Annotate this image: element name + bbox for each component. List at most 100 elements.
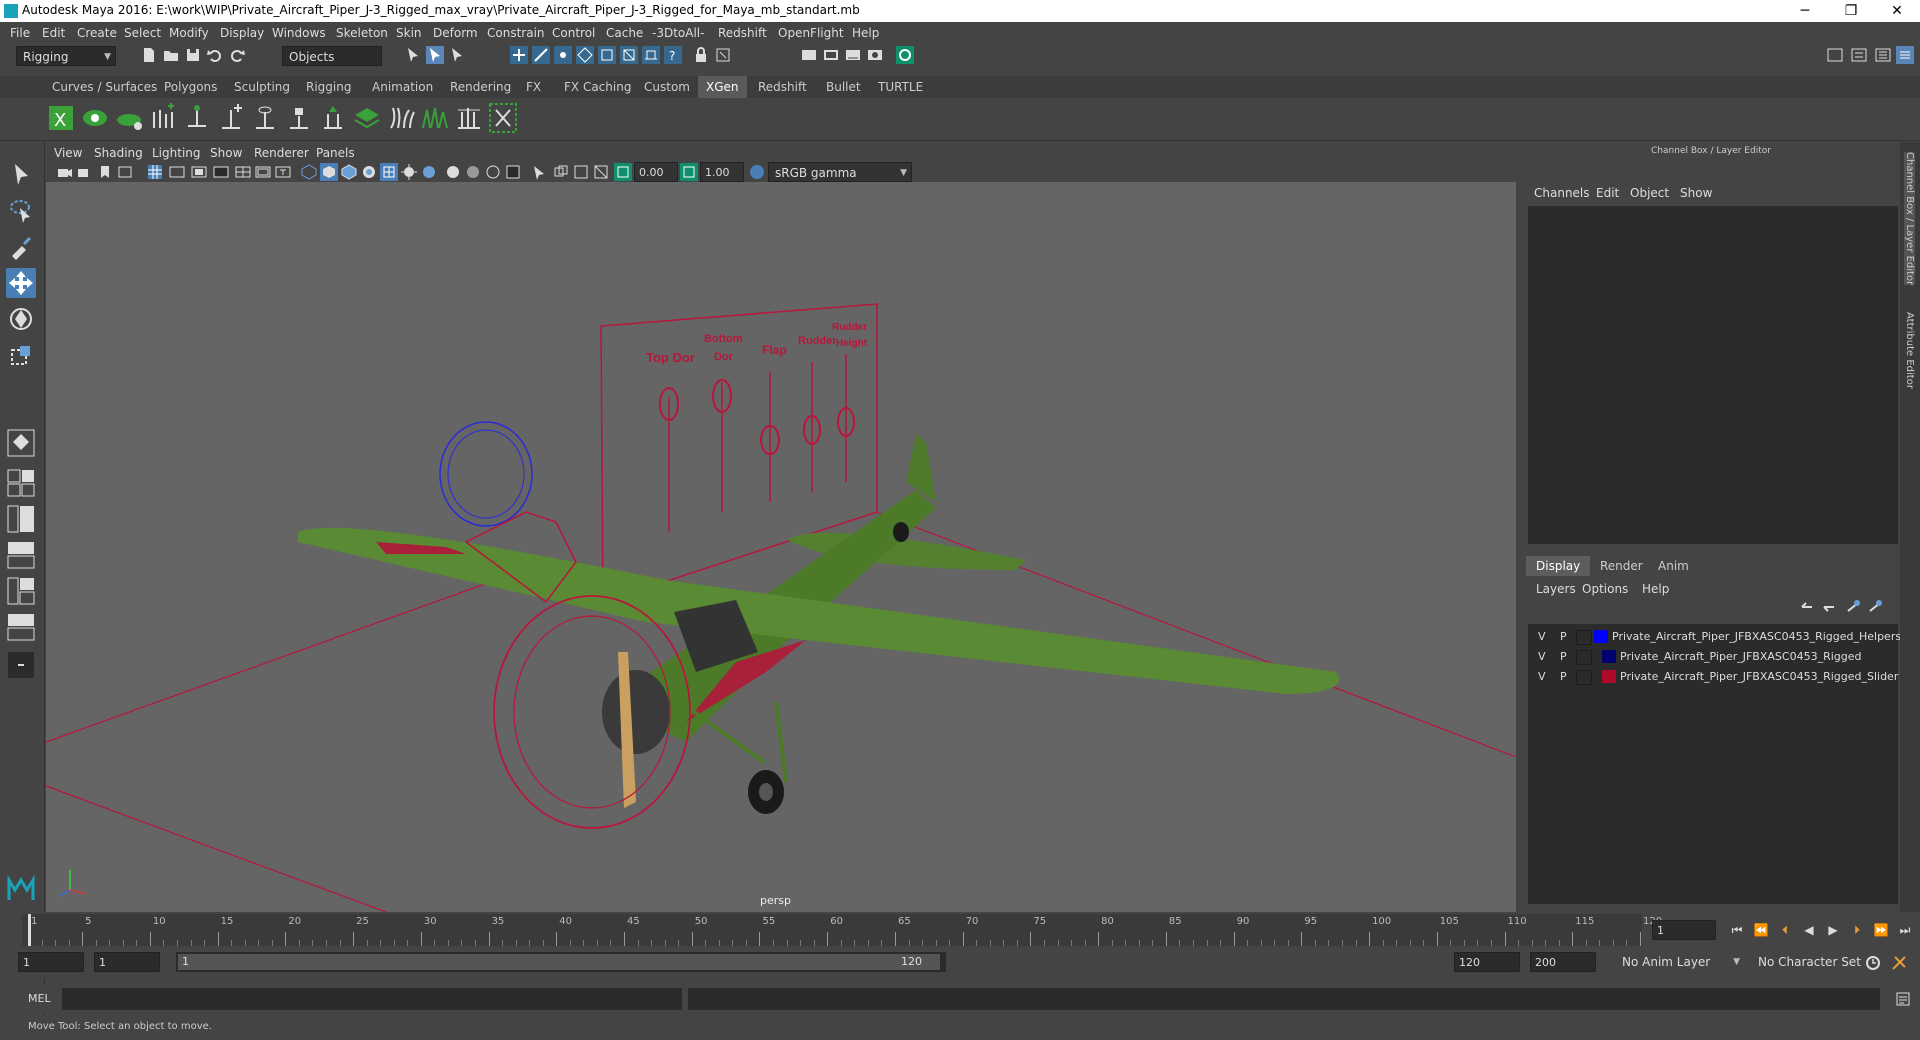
persp-outliner-layout-icon[interactable] bbox=[6, 504, 36, 534]
lasso-tool-icon[interactable] bbox=[6, 196, 36, 226]
snap-point-icon[interactable] bbox=[554, 46, 572, 64]
hypershade-icon[interactable] bbox=[866, 46, 884, 64]
snap-grid-icon[interactable] bbox=[510, 46, 528, 64]
xgen-window-icon[interactable]: X bbox=[46, 102, 76, 134]
range-slider-handle[interactable]: 1 120 bbox=[178, 954, 940, 970]
help-menu[interactable]: Help bbox=[1642, 582, 1669, 596]
menu-windows[interactable]: Windows bbox=[272, 26, 326, 40]
move-layer-up-icon[interactable] bbox=[1798, 598, 1816, 616]
menu-openflight[interactable]: OpenFlight bbox=[778, 26, 844, 40]
layer-playback-toggle[interactable]: P bbox=[1560, 650, 1567, 663]
menu-edit[interactable]: Edit bbox=[42, 26, 65, 40]
new-scene-icon[interactable] bbox=[140, 46, 158, 64]
safe-action-icon[interactable] bbox=[254, 163, 272, 181]
xgen-create-description-icon[interactable] bbox=[114, 102, 144, 134]
xgen-preview-icon[interactable] bbox=[80, 102, 110, 134]
scene-canvas[interactable]: Top Dor Bottom Dor Flap Rudder Rudder He… bbox=[46, 182, 1516, 912]
xgen-sculpt-icon[interactable] bbox=[250, 102, 280, 134]
tab-anim[interactable]: Anim bbox=[1648, 556, 1699, 576]
step-forward-frame-icon[interactable]: ⏵ bbox=[1848, 921, 1866, 939]
color-management-icon[interactable] bbox=[748, 163, 766, 181]
side-tab-channel-box[interactable]: Channel Box / Layer Editor bbox=[1904, 152, 1915, 286]
single-perspective-view-icon[interactable] bbox=[6, 428, 36, 458]
menu-set-dropdown[interactable]: Rigging ▼ bbox=[16, 46, 116, 66]
viewport-menu-panels[interactable]: Panels bbox=[316, 146, 355, 160]
undo-icon[interactable] bbox=[206, 46, 224, 64]
hud-icon[interactable] bbox=[592, 163, 610, 181]
xgen-select-icon[interactable] bbox=[488, 102, 518, 134]
safe-title-icon[interactable] bbox=[274, 163, 292, 181]
helper-control-ring[interactable] bbox=[447, 429, 525, 519]
channel-box-area[interactable] bbox=[1528, 206, 1898, 544]
shelf-tab-animation[interactable]: Animation bbox=[364, 76, 441, 98]
xgen-groom-icon[interactable] bbox=[386, 102, 416, 134]
menu-modify[interactable]: Modify bbox=[169, 26, 209, 40]
edit-menu[interactable]: Edit bbox=[1596, 186, 1619, 200]
maya-home-icon[interactable] bbox=[6, 874, 36, 904]
menu-cache[interactable]: Cache bbox=[606, 26, 643, 40]
snap-vertex-icon[interactable] bbox=[620, 46, 638, 64]
viewport-menu-renderer[interactable]: Renderer bbox=[254, 146, 309, 160]
menu-skeleton[interactable]: Skeleton bbox=[336, 26, 388, 40]
play-forwards-icon[interactable]: ▶ bbox=[1824, 921, 1842, 939]
shelf-tab-polygons[interactable]: Polygons bbox=[156, 76, 225, 98]
menu-constrain[interactable]: Constrain bbox=[487, 26, 545, 40]
helper-control-sphere[interactable] bbox=[439, 421, 533, 527]
toggle-tool-settings-icon[interactable] bbox=[1874, 46, 1892, 64]
xgen-add-guide-icon[interactable] bbox=[148, 102, 178, 134]
outliner-layout-icon[interactable] bbox=[6, 576, 36, 606]
isolate-select-icon[interactable] bbox=[504, 163, 522, 181]
time-slider[interactable]: 1 5 10 15 20 25 30 35 40 45 50 55 60 65 70 75 80 85 90 95 10… bbox=[0, 912, 1920, 948]
render-settings-icon[interactable] bbox=[844, 46, 862, 64]
move-layer-down-icon[interactable] bbox=[1820, 598, 1838, 616]
new-layer-icon[interactable] bbox=[1844, 598, 1862, 616]
animation-start-field[interactable]: 1 bbox=[18, 952, 84, 972]
xray-joints-icon[interactable] bbox=[552, 163, 570, 181]
smooth-shade-icon[interactable] bbox=[320, 163, 338, 181]
use-all-lights-icon[interactable] bbox=[380, 163, 398, 181]
scale-tool-icon[interactable] bbox=[6, 340, 36, 370]
redo-icon[interactable] bbox=[228, 46, 246, 64]
xgen-grass-icon[interactable] bbox=[420, 102, 450, 134]
character-set-dropdown[interactable]: No Character Set bbox=[1752, 952, 1864, 972]
layer-row[interactable]: V P Private_Aircraft_Piper_JFBXASC0453_R… bbox=[1528, 667, 1898, 687]
select-by-component-icon[interactable] bbox=[448, 46, 466, 64]
layer-type-swatch[interactable] bbox=[1576, 650, 1592, 665]
range-slider-track[interactable]: 1 120 bbox=[176, 952, 946, 972]
playback-start-field[interactable]: 1 bbox=[94, 952, 160, 972]
multisample-aa-icon[interactable] bbox=[464, 163, 482, 181]
image-plane-icon[interactable] bbox=[116, 163, 134, 181]
ipr-render-icon[interactable] bbox=[822, 46, 840, 64]
viewport-menu-view[interactable]: View bbox=[54, 146, 82, 160]
go-to-start-icon[interactable]: ⏮ bbox=[1728, 921, 1746, 939]
step-forward-key-icon[interactable]: ⏩ bbox=[1872, 921, 1890, 939]
gamma-icon[interactable] bbox=[680, 163, 698, 181]
shelf-tab-fx-caching[interactable]: FX Caching bbox=[556, 76, 639, 98]
layer-color-swatch[interactable] bbox=[1594, 630, 1608, 643]
snap-view-plane-icon[interactable] bbox=[576, 46, 594, 64]
time-ruler[interactable]: 1 5 10 15 20 25 30 35 40 45 50 55 60 65 70 75 80 85 90 95 10… bbox=[22, 914, 1662, 946]
menu-display[interactable]: Display bbox=[220, 26, 264, 40]
layer-type-swatch[interactable] bbox=[1576, 670, 1592, 685]
menu-skin[interactable]: Skin bbox=[396, 26, 422, 40]
tail-wheel[interactable] bbox=[893, 522, 909, 542]
exposure-field[interactable]: 0.00 bbox=[634, 162, 678, 182]
layer-playback-toggle[interactable]: P bbox=[1560, 630, 1567, 643]
xgen-rebuild-icon[interactable] bbox=[318, 102, 348, 134]
save-scene-icon[interactable] bbox=[184, 46, 202, 64]
selection-mode-dropdown[interactable]: Objects bbox=[282, 46, 382, 66]
layer-visibility-toggle[interactable]: V bbox=[1538, 650, 1546, 663]
step-back-key-icon[interactable]: ⏪ bbox=[1752, 921, 1770, 939]
move-tool-icon[interactable] bbox=[6, 268, 36, 298]
playback-end-field[interactable]: 120 bbox=[1454, 952, 1520, 972]
toggle-attribute-editor-icon[interactable] bbox=[1850, 46, 1868, 64]
object-menu[interactable]: Object bbox=[1630, 186, 1669, 200]
camera-select-icon[interactable] bbox=[56, 163, 74, 181]
layer-visibility-toggle[interactable]: V bbox=[1538, 630, 1546, 643]
side-tab-attribute-editor[interactable]: Attribute Editor bbox=[1904, 312, 1915, 389]
menu-redshift[interactable]: Redshift bbox=[718, 26, 767, 40]
close-button[interactable]: ✕ bbox=[1874, 0, 1920, 22]
motion-blur-icon[interactable] bbox=[444, 163, 462, 181]
shelf-tab-fx[interactable]: FX bbox=[518, 76, 549, 98]
layer-playback-toggle[interactable]: P bbox=[1560, 670, 1567, 683]
